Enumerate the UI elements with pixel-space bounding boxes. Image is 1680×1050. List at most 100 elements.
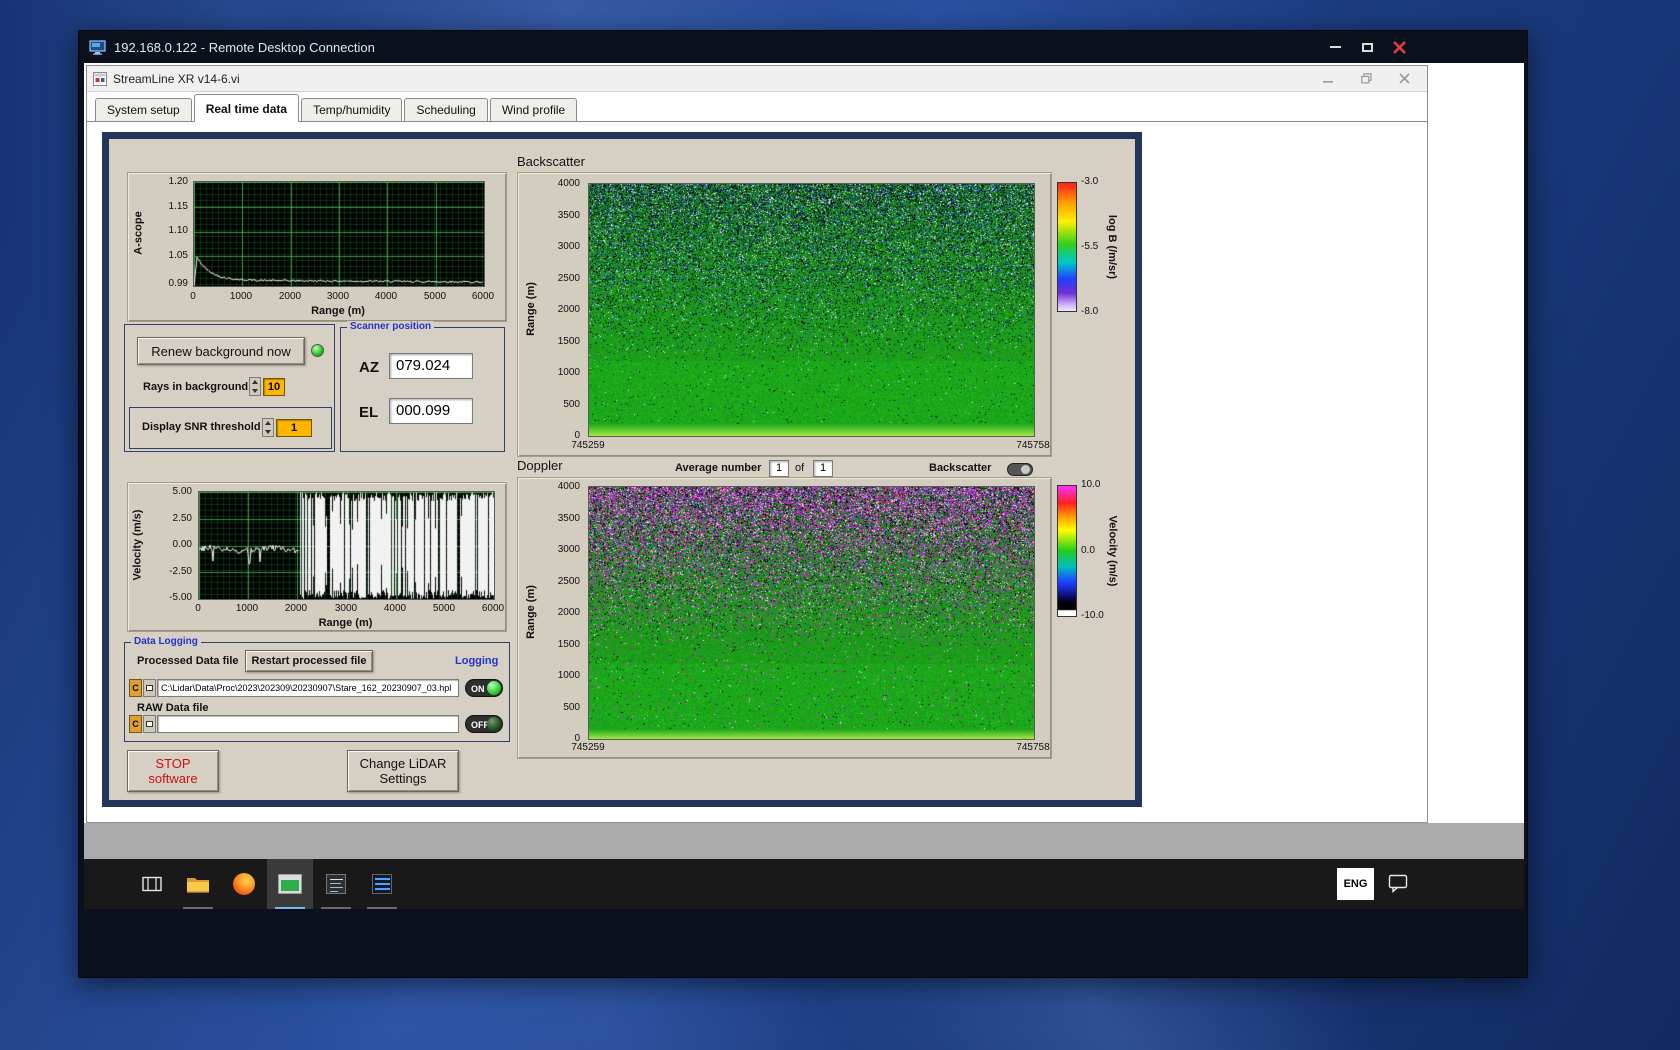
processed-drive-button[interactable]: C (129, 679, 142, 697)
backscatter-display-toggle[interactable] (1007, 463, 1033, 476)
app-titlebar: StreamLine XR v14-6.vi (87, 66, 1427, 92)
raw-data-file-path[interactable] (157, 715, 459, 733)
tick-label: 1000 (557, 670, 580, 681)
tick-label: 1.15 (168, 201, 188, 212)
rdp-close-button[interactable] (1383, 35, 1415, 59)
streamline-app-button[interactable] (267, 859, 313, 909)
tick-label: 6000 (481, 603, 505, 614)
app-restore-button[interactable] (1347, 68, 1385, 90)
doppler-ylabel: Range (m) (525, 585, 537, 639)
app-window: StreamLine XR v14-6.vi System setup Real… (86, 65, 1428, 823)
rays-in-background-field[interactable]: 10 (263, 378, 285, 396)
app-minimize-button[interactable] (1309, 68, 1347, 90)
tab-scheduling[interactable]: Scheduling (404, 98, 488, 121)
processed-logging-toggle-on[interactable]: ON (465, 679, 503, 697)
el-label: EL (359, 404, 379, 421)
close-icon (1398, 73, 1410, 84)
rdp-title: 192.168.0.122 - Remote Desktop Connectio… (114, 39, 375, 55)
az-field[interactable]: 079.024 (389, 353, 473, 379)
rays-spinner[interactable] (249, 377, 261, 396)
raw-data-file-label: RAW Data file (137, 702, 209, 714)
change-line1: Change LiDAR (359, 756, 447, 771)
tick-label: 3500 (557, 513, 580, 524)
stop-line1: STOP (155, 756, 191, 771)
velocity-ylabel: Velocity (m/s) (131, 509, 144, 580)
tab-real-time-data[interactable]: Real time data (193, 94, 300, 122)
file-explorer-button[interactable] (175, 859, 221, 909)
el-field[interactable]: 000.099 (389, 398, 473, 424)
backscatter-title: Backscatter (517, 154, 585, 169)
tick-label: 4000 (383, 603, 407, 614)
tab-wind-profile[interactable]: Wind profile (489, 98, 578, 121)
velocity-plot (198, 491, 495, 600)
tab-system-setup[interactable]: System setup (95, 98, 192, 121)
snr-spinner[interactable] (262, 418, 274, 437)
snr-threshold-field[interactable]: 1 (276, 419, 312, 437)
tick-label: 6000 (471, 291, 495, 302)
scan-scheduler-button[interactable] (313, 859, 359, 909)
decrement-icon (265, 429, 271, 434)
running-indicator (367, 907, 397, 909)
backscatter-colorbar-label: log B (/m/sr) (1106, 214, 1119, 280)
streamline-app-icon (278, 874, 302, 894)
az-label: AZ (359, 359, 379, 376)
maximize-icon (1361, 42, 1373, 52)
stop-line2: software (148, 771, 198, 786)
backscatter-colorbar (1057, 182, 1077, 312)
tick-label: 1500 (557, 336, 580, 347)
average-number-field[interactable]: 1 (769, 460, 789, 477)
rdp-minimize-button[interactable] (1319, 35, 1351, 59)
data-viewer-button[interactable] (359, 859, 405, 909)
tick-label: 3000 (334, 603, 358, 614)
desktop-background: 192.168.0.122 - Remote Desktop Connectio… (0, 0, 1680, 1050)
action-center-button[interactable] (1388, 874, 1408, 898)
raw-logging-toggle-off[interactable]: OFF (465, 715, 503, 733)
tick-label: 1000 (229, 291, 253, 302)
tick-label: 1000 (235, 603, 259, 614)
tick-label: 745758 (1016, 440, 1050, 451)
rdp-maximize-button[interactable] (1351, 35, 1383, 59)
tick-label: 500 (563, 702, 580, 713)
of-label: of (795, 462, 805, 474)
average-total-field[interactable]: 1 (813, 460, 833, 477)
tick-label: 0 (190, 291, 196, 302)
raw-drive-button[interactable]: C (129, 715, 142, 733)
file-explorer-icon (187, 877, 209, 893)
colorbar-tick: 0.0 (1081, 545, 1095, 556)
tick-label: 1000 (557, 367, 580, 378)
firefox-button[interactable] (221, 859, 267, 909)
task-view-button[interactable] (129, 859, 175, 909)
on-label: ON (471, 684, 485, 694)
data-logging-group: Data Logging Processed Data file Restart… (124, 636, 510, 742)
restore-icon (1360, 73, 1372, 84)
ascope-xlabel: Range (m) (311, 305, 365, 317)
scan-scheduler-icon (326, 874, 346, 894)
ascope-ylabel: A-scope (133, 211, 145, 255)
firefox-icon (233, 873, 255, 895)
logging-label: Logging (455, 655, 499, 667)
tick-label: 5.00 (172, 486, 192, 497)
change-lidar-settings-button[interactable]: Change LiDAR Settings (347, 750, 459, 792)
tick-label: 0 (195, 603, 201, 614)
tab-temp-humidity[interactable]: Temp/humidity (301, 98, 403, 121)
raw-browse-button[interactable] (143, 715, 156, 733)
tick-label: 4000 (557, 178, 580, 189)
doppler-graph: Range (m) 4000 3500 3000 2500 2000 1500 … (517, 477, 1052, 759)
processed-data-file-path[interactable]: C:\Lidar\Data\Proc\2023\202309\20230907\… (157, 679, 459, 697)
app-close-button[interactable] (1385, 68, 1423, 90)
minimize-icon (1329, 46, 1341, 48)
snr-subgroup: Display SNR threshold 1 (129, 407, 332, 449)
restart-processed-file-button[interactable]: Restart processed file (245, 650, 373, 672)
tick-label: -5.00 (169, 592, 192, 603)
tick-label: 1.10 (168, 225, 188, 236)
renew-background-button[interactable]: Renew background now (137, 337, 305, 365)
stop-software-button[interactable]: STOP software (127, 750, 219, 792)
toggle-knob (1021, 465, 1030, 474)
language-indicator[interactable]: ENG (1337, 868, 1374, 900)
doppler-colorbar-label: Velocity (m/s) (1106, 515, 1119, 587)
tick-label: 2.50 (172, 513, 192, 524)
tick-label: 2500 (557, 576, 580, 587)
doppler-colorbar (1057, 485, 1077, 617)
tick-label: 2000 (278, 291, 302, 302)
processed-browse-button[interactable] (143, 679, 156, 697)
